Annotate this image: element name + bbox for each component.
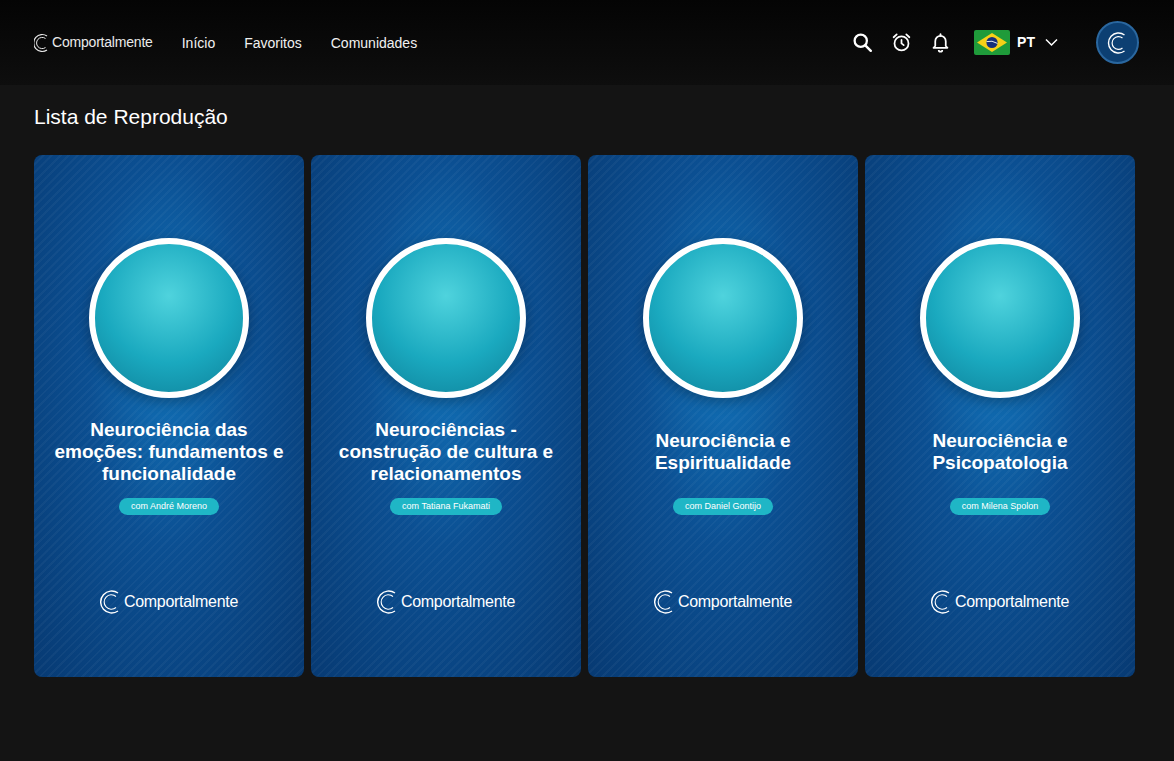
language-code: PT (1017, 32, 1035, 53)
logo-text: Comportalmente (52, 32, 153, 53)
logo-mark-icon (34, 33, 50, 53)
nav-link[interactable]: Favoritos (244, 35, 302, 51)
language-selector[interactable]: PT (974, 30, 1058, 55)
alarm-button[interactable] (891, 32, 912, 53)
host-badge: com André Moreno (119, 498, 219, 515)
search-icon (852, 32, 873, 53)
card-title: Neurociência das emoções: fundamentos e … (49, 412, 289, 492)
nav-item: Comunidades (331, 31, 417, 55)
host-badge: com Daniel Gontijo (673, 498, 773, 515)
search-button[interactable] (852, 32, 873, 53)
brand-text: Comportalmente (678, 590, 792, 614)
playlist-card[interactable]: Neurociências - construção de cultura e … (311, 155, 581, 677)
brand-mark-icon (377, 589, 399, 615)
speaker-photo (920, 238, 1080, 398)
speaker-photo (89, 238, 249, 398)
card-title: Neurociência e Espiritualidade (603, 412, 843, 492)
toolbar: PT (852, 21, 1139, 64)
card-title: Neurociência e Psicopatologia (880, 412, 1120, 492)
card-brand: Comportalmente (100, 589, 238, 615)
host-badge: com Tatiana Fukamati (390, 498, 502, 515)
nav-item: Favoritos (244, 31, 302, 55)
brand-text: Comportalmente (955, 590, 1069, 614)
speaker-photo (643, 238, 803, 398)
playlist-card[interactable]: Neurociência e Espiritualidade com Daniel… (588, 155, 858, 677)
host-badge: com Milena Spolon (950, 498, 1051, 515)
top-bar: Comportalmente Início Favoritos Comunidade… (0, 0, 1174, 85)
card-brand: Comportalmente (377, 589, 515, 615)
card-title: Neurociências - construção de cultura e … (326, 412, 566, 492)
brand-mark-icon (654, 589, 676, 615)
logo[interactable]: Comportalmente (34, 32, 153, 53)
card-brand: Comportalmente (931, 589, 1069, 615)
profile-avatar[interactable] (1096, 21, 1139, 64)
bell-icon (930, 32, 951, 53)
card-brand: Comportalmente (654, 589, 792, 615)
brand-text: Comportalmente (401, 590, 515, 614)
playlist-grid: Neurociência das emoções: fundamentos e … (34, 155, 1140, 677)
brazil-flag-icon (974, 30, 1010, 55)
nav-item: Início (182, 31, 215, 55)
chevron-down-icon (1045, 38, 1058, 47)
nav-link[interactable]: Comunidades (331, 35, 417, 51)
alarm-clock-icon (891, 32, 912, 53)
main-nav: Início Favoritos Comunidades (182, 31, 417, 55)
brand-mark-icon (100, 589, 122, 615)
playlist-card[interactable]: Neurociência das emoções: fundamentos e … (34, 155, 304, 677)
brand-text: Comportalmente (124, 590, 238, 614)
playlist-heading: Lista de Reprodução (34, 105, 1140, 129)
speaker-photo (366, 238, 526, 398)
brand-mark-icon (931, 589, 953, 615)
playlist-card[interactable]: Neurociência e Psicopatologia com Milena … (865, 155, 1135, 677)
nav-link[interactable]: Início (182, 35, 215, 51)
notifications-button[interactable] (930, 32, 951, 53)
playlist-section: Lista de Reprodução Neurociência das emo… (0, 85, 1174, 677)
profile-logo-icon (1107, 31, 1129, 55)
